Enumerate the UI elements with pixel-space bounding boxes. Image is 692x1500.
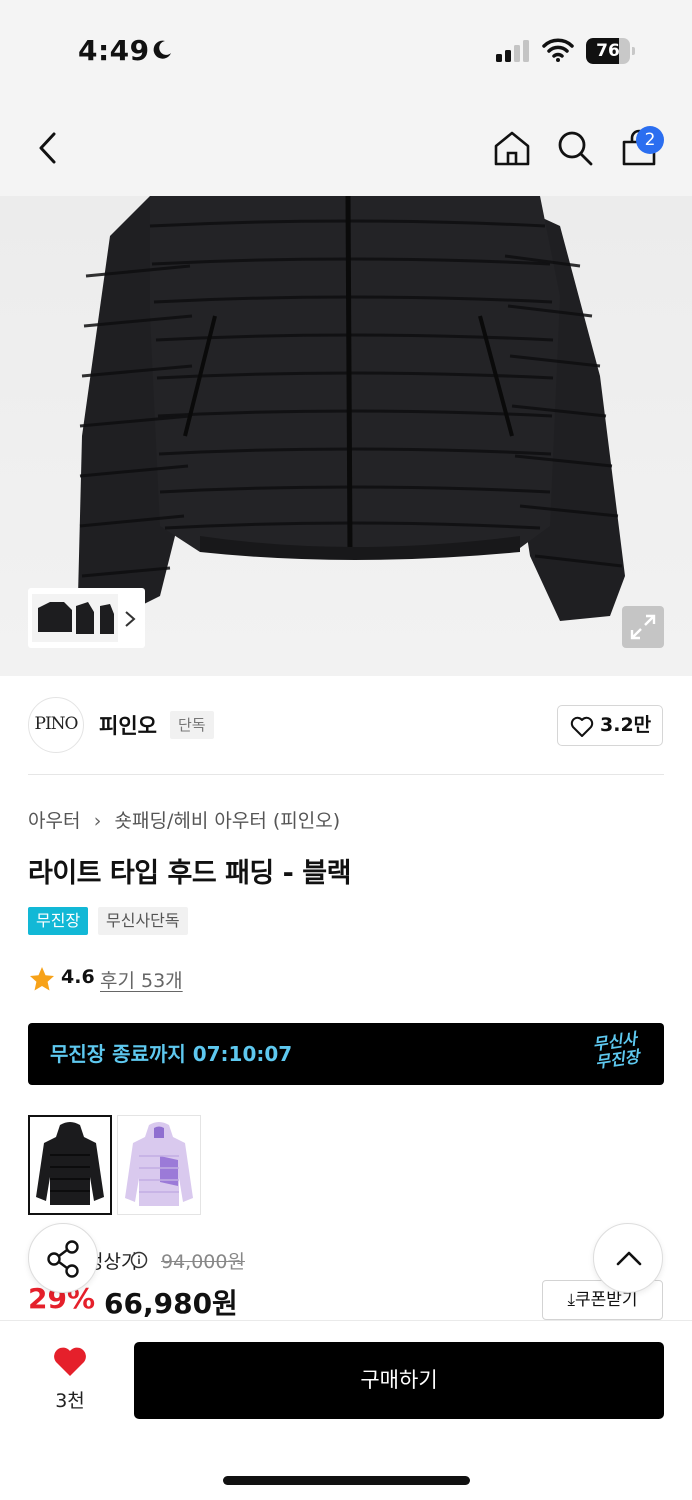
review-count-link[interactable]: 후기 53개 (100, 966, 183, 993)
original-price: 94,000원 (161, 1251, 245, 1273)
countdown-text: 무진장 종료까지 07:10:07 (50, 1042, 293, 1066)
rating-score: 4.6 (61, 966, 95, 988)
brand-like-count: 3.2만 (600, 714, 652, 736)
product-title: 라이트 타입 후드 패딩 - 블랙 (28, 858, 351, 889)
brand-name[interactable]: 피인오 (99, 710, 157, 740)
status-time: 4:49 (78, 34, 150, 67)
home-icon[interactable] (492, 128, 532, 168)
star-icon (30, 967, 54, 991)
sale-price: 66,980원 (104, 1287, 238, 1320)
status-bar: 4:49 76 (0, 0, 692, 100)
battery-indicator: 76 (586, 38, 636, 64)
wifi-icon (542, 38, 574, 62)
exclusive-badge: 단독 (170, 711, 214, 739)
search-icon[interactable] (555, 128, 595, 168)
back-arrow-icon[interactable] (28, 128, 68, 168)
wish-count: 3천 (55, 1390, 85, 1412)
image-thumbnail-strip[interactable] (28, 588, 145, 648)
moon-icon (153, 40, 171, 59)
cellular-signal-icon (496, 40, 529, 62)
battery-level: 76 (596, 41, 620, 61)
download-icon: ⤓ (567, 1290, 575, 1310)
home-indicator (223, 1476, 470, 1485)
breadcrumb-item[interactable]: 숏패딩/헤비 아우터 (피인오) (115, 810, 341, 832)
brand-logo[interactable]: PINO (28, 697, 84, 753)
chevron-up-icon (616, 1251, 642, 1266)
promo-tag: 무진장 (28, 907, 89, 935)
color-option-lavender[interactable] (117, 1115, 201, 1215)
info-icon[interactable] (130, 1251, 148, 1269)
event-logo: 무신사 무진장 (591, 1029, 641, 1072)
expand-icon (630, 614, 656, 640)
breadcrumb: 아우터 › 숏패딩/헤비 아우터 (피인오) (28, 806, 340, 833)
lavender-jacket-thumbnail (125, 1122, 193, 1206)
countdown-banner[interactable]: 무진장 종료까지 07:10:07 무신사 무진장 (28, 1023, 664, 1085)
heart-outline-icon (570, 716, 594, 737)
share-icon (47, 1240, 79, 1278)
divider (28, 774, 664, 775)
exclusive-tag: 무신사단독 (98, 907, 188, 935)
color-option-black[interactable] (28, 1115, 112, 1215)
event-logo-line: 무진장 (593, 1046, 641, 1072)
share-button[interactable] (28, 1223, 98, 1293)
chevron-right-icon: › (93, 810, 102, 832)
buy-button[interactable]: 구매하기 (134, 1342, 664, 1419)
black-jacket-thumbnail (36, 1122, 104, 1205)
top-nav-bar (0, 100, 692, 196)
scroll-to-top-button[interactable] (593, 1223, 663, 1293)
thumbnail-images (32, 594, 136, 642)
cart-count-badge: 2 (636, 126, 664, 154)
heart-filled-icon[interactable] (52, 1346, 88, 1378)
brand-like-button[interactable]: 3.2만 (557, 705, 663, 746)
breadcrumb-item[interactable]: 아우터 (28, 810, 80, 832)
expand-image-button[interactable] (622, 606, 664, 648)
